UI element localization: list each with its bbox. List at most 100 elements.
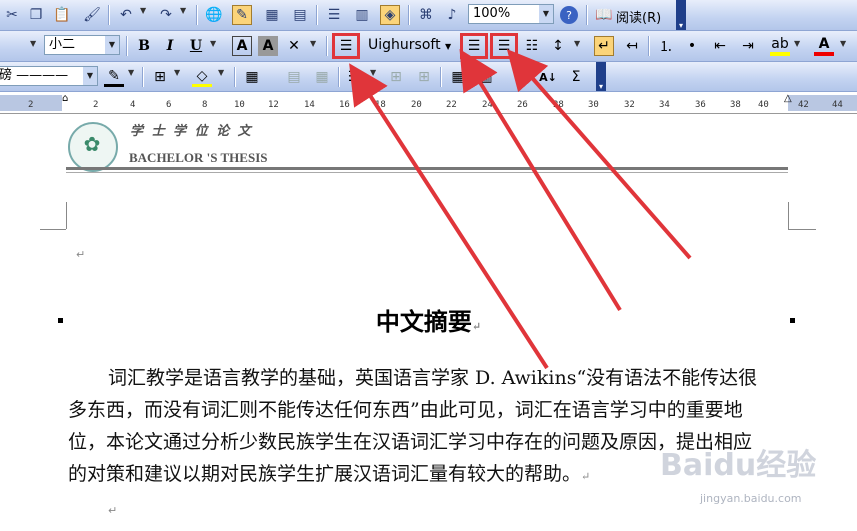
font-color-icon[interactable]: A: [814, 36, 834, 56]
ruler-tick: 42: [798, 100, 809, 110]
document-page[interactable]: ✿ 学 士 学 位 论 文 BACHELOR 'S THESIS ↵ 中文摘要↵…: [0, 114, 857, 531]
border-color-icon[interactable]: ✎: [104, 67, 124, 87]
show-hide-icon[interactable]: ⌘: [416, 5, 436, 25]
ruler-tick: 40: [758, 100, 769, 110]
autosum-icon[interactable]: Σ: [566, 67, 586, 87]
borders-icon[interactable]: ⊞: [150, 67, 170, 87]
standard-toolbar: ✂ ❐ 📋 🖌 ↶ ▼ ↷ ▼ 🌐 ✎ ▦ ▤ ☰ ▥ ◈ ⌘ ♪ 100% ▼…: [0, 0, 857, 31]
separator: [408, 5, 410, 25]
increase-indent-icon[interactable]: ⇥: [738, 36, 758, 56]
ruler-tick: 26: [517, 100, 528, 110]
hyperlink-icon[interactable]: 🌐: [204, 5, 224, 25]
toolbar-options-icon[interactable]: ▾: [676, 0, 686, 30]
redo-icon[interactable]: ↷: [156, 5, 176, 25]
ruler-tick: 20: [411, 100, 422, 110]
line-spacing-dropdown[interactable]: ▼: [574, 39, 580, 48]
align-center-icon[interactable]: ☰: [460, 33, 488, 59]
separator: [316, 5, 318, 25]
borders-dropdown[interactable]: ▼: [174, 68, 180, 77]
numbering-icon[interactable]: ⒈: [656, 36, 676, 56]
header-rule: [66, 167, 788, 170]
distribute-cols-icon[interactable]: ⊞: [414, 67, 434, 87]
horizontal-ruler[interactable]: ⌂ △ 2 2 4 6 8 10 12 14 16 18 20 22 24 26…: [0, 92, 857, 114]
read-icon[interactable]: 📖: [594, 5, 614, 25]
char-scale-dropdown[interactable]: ▼: [310, 39, 316, 48]
ruler-tick: 44: [832, 100, 843, 110]
highlight-icon[interactable]: ab: [770, 36, 790, 56]
decrease-indent-icon[interactable]: ⇤: [710, 36, 730, 56]
underline-dropdown[interactable]: ▼: [210, 39, 216, 48]
ruler-tick: 22: [446, 100, 457, 110]
underline-button[interactable]: U: [186, 36, 206, 56]
cell-align-dropdown[interactable]: ▼: [370, 68, 376, 77]
right-indent-marker-icon[interactable]: △: [784, 93, 792, 104]
copy-icon[interactable]: ❐: [26, 5, 46, 25]
watermark-url: jingyan.baidu.com: [700, 492, 802, 505]
ruler-tick: 38: [730, 100, 741, 110]
columns-icon[interactable]: ☰: [324, 5, 344, 25]
shading-color-icon[interactable]: ◇: [192, 67, 212, 87]
tables-borders-icon[interactable]: ✎: [232, 5, 252, 25]
cut-icon[interactable]: ✂: [2, 5, 22, 25]
redo-dropdown[interactable]: ▼: [180, 6, 186, 15]
font-color-dropdown[interactable]: ▼: [840, 39, 846, 48]
formatting-toolbar: ▼ 小二 ▼ B I U ▼ A A ✕ ▼ ☰ Uighursoft ▼ ☰ …: [0, 31, 857, 62]
table-autoformat-icon[interactable]: ▦: [448, 67, 468, 87]
rtl-icon[interactable]: ↤: [622, 36, 642, 56]
title-text: 中文摘要: [375, 307, 472, 336]
insert-table-icon[interactable]: ▦: [262, 5, 282, 25]
drawing-icon[interactable]: ▥: [352, 5, 372, 25]
ruler-tick: 4: [130, 100, 136, 110]
line-weight-value: 磅: [0, 68, 13, 83]
insert-chart-icon[interactable]: ♪: [442, 5, 462, 25]
zoom-value: 100%: [473, 6, 511, 21]
show-gridlines-icon[interactable]: ▥: [476, 67, 496, 87]
char-border-icon[interactable]: A: [232, 36, 252, 56]
paste-icon[interactable]: 📋: [52, 5, 72, 25]
char-scale-icon[interactable]: ✕: [284, 36, 304, 56]
italic-button[interactable]: I: [160, 36, 180, 56]
separator: [440, 67, 442, 87]
ltr-icon[interactable]: ↵: [594, 36, 614, 56]
split-cells-icon[interactable]: ▦: [312, 67, 332, 87]
help-icon[interactable]: ?: [560, 6, 578, 24]
highlight-dropdown[interactable]: ▼: [794, 39, 800, 48]
align-right-icon[interactable]: ☰: [490, 33, 518, 59]
border-color-dropdown[interactable]: ▼: [128, 68, 134, 77]
text-direction-icon[interactable]: ⇅: [510, 67, 530, 87]
insert-table-icon[interactable]: ▦: [242, 67, 262, 87]
undo-dropdown[interactable]: ▼: [140, 6, 146, 15]
read-mode-button[interactable]: 阅读(R): [616, 7, 661, 26]
document-map-icon[interactable]: ◈: [380, 5, 400, 25]
font-size-value: 小二: [49, 37, 76, 52]
char-shading-icon[interactable]: A: [258, 36, 278, 56]
chevron-down-icon: ▼: [539, 5, 553, 23]
format-painter-icon[interactable]: 🖌: [82, 5, 102, 25]
line-weight-select[interactable]: 磅 ———— ▼: [0, 66, 98, 86]
chevron-down-icon: ▼: [83, 67, 97, 85]
university-logo: ✿: [68, 122, 118, 172]
sort-ascending-icon[interactable]: A↓: [538, 67, 558, 87]
distributed-icon[interactable]: ☷: [522, 36, 542, 56]
zoom-select[interactable]: 100% ▼: [468, 4, 554, 24]
distribute-rows-icon[interactable]: ⊞: [386, 67, 406, 87]
bullets-icon[interactable]: •: [682, 36, 702, 56]
font-name-select[interactable]: Uighursoft ▼: [368, 37, 451, 53]
insert-excel-icon[interactable]: ▤: [290, 5, 310, 25]
cell-align-icon[interactable]: ☰: [344, 67, 364, 87]
paragraph-mark: ↵: [581, 470, 591, 483]
toolbar-options-icon[interactable]: ▾: [596, 62, 606, 91]
crop-mark: [788, 229, 816, 230]
line-spacing-icon[interactable]: ↕: [548, 36, 568, 56]
ruler-tick: 30: [588, 100, 599, 110]
bold-button[interactable]: B: [134, 36, 154, 56]
font-style-dropdown[interactable]: ▼: [30, 39, 36, 48]
font-size-select[interactable]: 小二 ▼: [44, 35, 120, 55]
merge-cells-icon[interactable]: ▤: [284, 67, 304, 87]
justify-icon[interactable]: ☰: [332, 33, 360, 59]
indent-marker-icon[interactable]: ⌂: [62, 93, 68, 104]
separator: [234, 67, 236, 87]
undo-icon[interactable]: ↶: [116, 5, 136, 25]
shading-dropdown[interactable]: ▼: [218, 68, 224, 77]
paragraph-mark: ↵: [108, 504, 118, 517]
